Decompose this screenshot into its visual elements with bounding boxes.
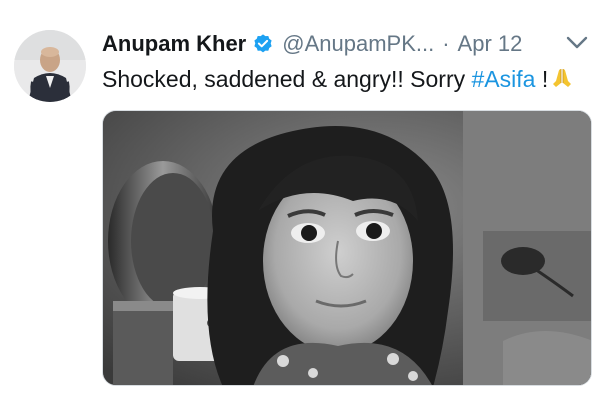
author-display-name[interactable]: Anupam Kher <box>102 31 246 57</box>
tweet-date[interactable]: Apr 12 <box>458 31 523 57</box>
separator-dot: · <box>442 31 450 56</box>
tweet[interactable]: Anupam Kher @AnupamPK... · Apr 12 Shocke… <box>0 0 600 396</box>
folded-hands-emoji-icon <box>550 66 574 90</box>
tweet-text-suffix: ! <box>535 66 549 92</box>
tweet-text: Shocked, saddened & angry!! Sorry #Asifa… <box>102 64 574 94</box>
tweet-text-prefix: Shocked, saddened & angry!! Sorry <box>102 66 472 92</box>
chevron-down-icon[interactable] <box>565 34 589 52</box>
author-handle[interactable]: @AnupamPK... <box>282 31 434 57</box>
tweet-media-photo[interactable] <box>102 110 592 386</box>
avatar[interactable] <box>14 30 86 102</box>
verified-badge-icon <box>252 33 274 55</box>
tweet-header: Anupam Kher @AnupamPK... · Apr 12 <box>102 28 522 60</box>
hashtag-link[interactable]: #Asifa <box>472 66 536 92</box>
